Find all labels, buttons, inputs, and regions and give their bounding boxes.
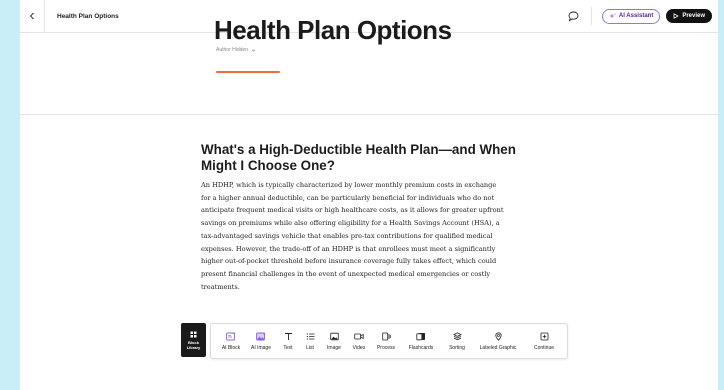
author-selector[interactable]: Author Hidden	[216, 47, 256, 53]
comments-button[interactable]	[567, 9, 581, 23]
back-button[interactable]	[20, 0, 45, 32]
ai-image-icon	[256, 332, 266, 341]
text-block[interactable]: What's a High-Deductible Health Plan—and…	[201, 142, 551, 293]
paragraph-line: higher out-of-pocket threshold before in…	[201, 257, 497, 266]
section-divider	[20, 114, 718, 115]
editor-frame: Health Plan Options AI Assistant Preview…	[20, 0, 718, 390]
grid-icon	[190, 331, 197, 337]
ai-assistant-button[interactable]: AI Assistant	[601, 8, 661, 24]
title-accent-bar	[216, 71, 280, 73]
section-paragraph[interactable]: An HDHP, which is typically characterize…	[201, 179, 551, 293]
video-icon	[354, 333, 364, 340]
tool-continue[interactable]: Continue	[526, 324, 562, 358]
continue-icon	[540, 332, 548, 341]
list-icon	[306, 333, 314, 340]
preview-label: Preview	[682, 13, 705, 19]
sparkle-icon	[609, 13, 616, 18]
tool-sorting[interactable]: Sorting	[442, 324, 472, 358]
labeled-graphic-icon	[494, 332, 502, 341]
preview-button[interactable]: Preview	[666, 9, 712, 23]
paragraph-line: present financial challenges in the even…	[201, 269, 491, 278]
tool-labeled-graphic[interactable]: Labeled Graphic	[473, 324, 523, 358]
author-name: Author Hidden	[216, 47, 248, 53]
paragraph-line: An HDHP, which is typically characterize…	[201, 181, 497, 189]
heading-line: What's a High-Deductible Health Plan—and…	[201, 142, 516, 157]
sorting-icon	[452, 332, 462, 341]
block-toolbar: AI Block AI Image Text List Image Video …	[210, 323, 568, 359]
section-heading[interactable]: What's a High-Deductible Health Plan—and…	[201, 142, 551, 174]
block-library-label: Block Library	[186, 339, 201, 350]
tool-text[interactable]: Text	[277, 324, 299, 358]
lesson-title[interactable]: Health Plan Options	[214, 15, 452, 46]
ai-block-icon	[226, 332, 236, 341]
paragraph-line: for a higher annual deductible, can be p…	[201, 193, 495, 202]
tool-list[interactable]: List	[299, 324, 321, 358]
ai-assistant-label: AI Assistant	[618, 13, 654, 19]
paragraph-line: tax-advantaged savings vehicle that enab…	[201, 231, 493, 240]
tool-ai-block[interactable]: AI Block	[217, 324, 245, 358]
chevron-down-icon	[251, 49, 256, 52]
toolbar-separator	[590, 7, 592, 25]
chevron-left-icon	[29, 12, 34, 20]
paragraph-line: expenses. However, the trade-off of an H…	[201, 244, 496, 253]
image-icon	[329, 332, 339, 341]
tool-flashcards[interactable]: Flashcards	[402, 324, 440, 358]
text-icon	[284, 333, 292, 340]
document-title: Health Plan Options	[57, 12, 119, 20]
paragraph-line: treatments.	[201, 282, 240, 291]
paragraph-line: anticipate frequent medical visits or hi…	[201, 206, 504, 215]
play-icon	[673, 13, 680, 19]
heading-line: Might I Choose One?	[201, 158, 335, 173]
paragraph-line: savings on premiums while also offering …	[201, 219, 500, 228]
lesson-header: Health Plan Options Author Hidden	[20, 15, 718, 114]
tool-ai-image[interactable]: AI Image	[247, 324, 275, 358]
flashcards-icon	[416, 333, 425, 341]
block-library-button[interactable]: Block Library	[181, 323, 206, 357]
tool-process[interactable]: Process	[371, 324, 401, 358]
tool-video[interactable]: Video	[347, 324, 371, 358]
tool-image[interactable]: Image	[322, 324, 346, 358]
process-icon	[381, 332, 391, 341]
comment-icon	[568, 11, 579, 22]
